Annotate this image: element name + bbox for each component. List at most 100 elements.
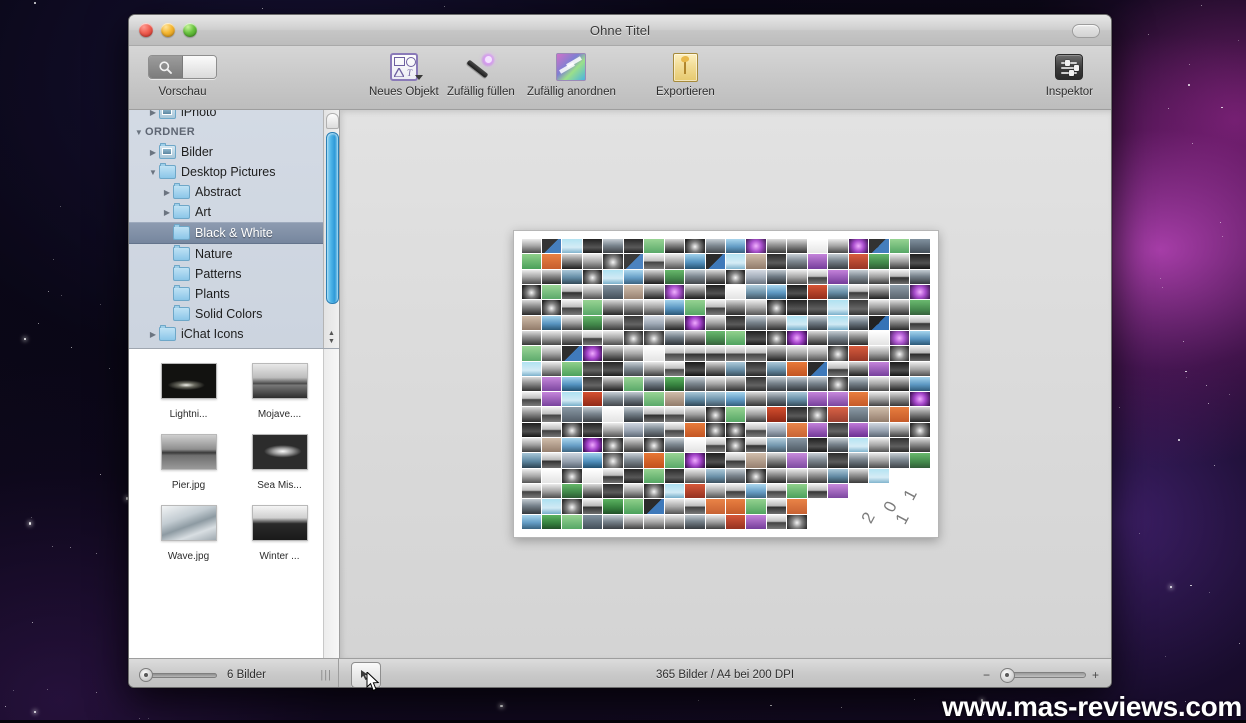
collage-cell[interactable] <box>623 499 644 514</box>
collage-cell[interactable] <box>541 346 562 361</box>
window-controls[interactable] <box>139 23 197 37</box>
collage-cell[interactable] <box>746 239 766 254</box>
collage-cell[interactable] <box>848 376 869 392</box>
collage-cell[interactable] <box>623 376 644 392</box>
thumbnail-size-slider-knob[interactable] <box>139 668 153 682</box>
collage-cell[interactable] <box>889 284 910 300</box>
collage-cell[interactable] <box>582 346 603 361</box>
collage-cell[interactable] <box>685 422 705 438</box>
collage-cell[interactable] <box>766 468 787 484</box>
toolbar-item-zufaellig-anordnen[interactable]: Zufällig anordnen <box>527 51 616 98</box>
collage-cell[interactable] <box>582 300 603 315</box>
collage-cell[interactable] <box>685 392 705 407</box>
collage-cell[interactable] <box>521 468 541 484</box>
toolbar-item-inspektor[interactable]: Inspektor <box>1046 51 1093 98</box>
collage-cell[interactable] <box>828 330 848 346</box>
collage-cell[interactable] <box>582 239 603 254</box>
minimize-button[interactable] <box>161 23 175 37</box>
collage-cell[interactable] <box>582 254 603 269</box>
collage-cell[interactable] <box>746 484 766 499</box>
collage-cell[interactable] <box>541 330 562 346</box>
tree-item-ordner[interactable]: ▼ ORDNER <box>129 122 339 142</box>
tree-item-nature[interactable]: Nature <box>129 244 339 264</box>
collage-cell[interactable] <box>623 330 644 346</box>
collage-cell[interactable] <box>746 514 766 529</box>
collage-cell[interactable] <box>562 269 582 284</box>
collage-cell[interactable] <box>623 361 644 376</box>
collage-cell[interactable] <box>664 361 685 376</box>
collage-cell[interactable] <box>828 239 848 254</box>
collage-cell[interactable] <box>766 484 787 499</box>
collage-cell[interactable] <box>541 499 562 514</box>
collage-cell[interactable] <box>726 361 746 376</box>
collage-cell[interactable] <box>644 315 664 330</box>
collage-cell[interactable] <box>787 422 807 438</box>
collage-cell[interactable] <box>848 438 869 453</box>
collage-cell[interactable] <box>582 468 603 484</box>
collage-cell[interactable] <box>623 514 644 529</box>
collage-cell[interactable] <box>521 422 541 438</box>
collage-cell[interactable] <box>828 468 848 484</box>
collage-cell[interactable] <box>582 407 603 422</box>
collage-cell[interactable] <box>644 300 664 315</box>
collage-cell[interactable] <box>848 392 869 407</box>
scroll-down-icon[interactable]: ▼ <box>326 338 337 346</box>
collage-cell[interactable] <box>910 346 930 361</box>
collage-cell[interactable] <box>726 284 746 300</box>
collage-cell[interactable] <box>746 361 766 376</box>
collage-cell[interactable] <box>664 284 685 300</box>
collage-cell[interactable] <box>787 468 807 484</box>
collage-cell[interactable] <box>869 315 889 330</box>
collage-cell[interactable] <box>562 330 582 346</box>
preview-segmented-control[interactable] <box>148 51 217 83</box>
collage-cell[interactable] <box>582 269 603 284</box>
collage-cell[interactable] <box>889 269 910 284</box>
collage-cell[interactable] <box>828 422 848 438</box>
collage-cell[interactable] <box>705 254 725 269</box>
collage-cell[interactable] <box>766 269 787 284</box>
collage-cell[interactable] <box>541 376 562 392</box>
collage-cell[interactable] <box>541 239 562 254</box>
collage-cell[interactable] <box>521 392 541 407</box>
collage-cell[interactable] <box>807 468 828 484</box>
collage-cell[interactable] <box>521 269 541 284</box>
collage-cell[interactable] <box>869 346 889 361</box>
collage-cell[interactable] <box>664 239 685 254</box>
collage-cell[interactable] <box>623 468 644 484</box>
collage-cell[interactable] <box>521 453 541 468</box>
collage-cell[interactable] <box>521 499 541 514</box>
collage-cell[interactable] <box>787 499 807 514</box>
collage-cell[interactable] <box>726 514 746 529</box>
collage-cell[interactable] <box>562 484 582 499</box>
collage-cell[interactable] <box>848 300 869 315</box>
collage-cell[interactable] <box>807 361 828 376</box>
collage-cell[interactable] <box>603 284 623 300</box>
collage-cell[interactable] <box>521 239 541 254</box>
collage-cell[interactable] <box>726 438 746 453</box>
collage-cell[interactable] <box>766 239 787 254</box>
tree-item-abstract[interactable]: ▶ Abstract <box>129 182 339 202</box>
collage-cell[interactable] <box>726 346 746 361</box>
collage-cell[interactable] <box>562 346 582 361</box>
collage-cell[interactable] <box>603 239 623 254</box>
collage-cell[interactable] <box>623 392 644 407</box>
collage-cell[interactable] <box>746 330 766 346</box>
collage-cell[interactable] <box>603 315 623 330</box>
collage-cell[interactable] <box>869 361 889 376</box>
collage-cell[interactable] <box>869 330 889 346</box>
collage-cell[interactable] <box>623 346 644 361</box>
collage-cell[interactable] <box>685 330 705 346</box>
collage-cell[interactable] <box>746 499 766 514</box>
new-object-icon[interactable]: T <box>389 51 423 83</box>
collage-cell[interactable] <box>582 392 603 407</box>
collage-cell[interactable] <box>910 330 930 346</box>
collage-cell[interactable] <box>685 315 705 330</box>
collage-cell[interactable] <box>766 514 787 529</box>
collage-cell[interactable] <box>705 315 725 330</box>
zoom-button[interactable] <box>183 23 197 37</box>
collage-cell[interactable] <box>582 330 603 346</box>
collage-cell[interactable] <box>562 392 582 407</box>
zoom-in-icon[interactable]: + <box>1092 669 1099 681</box>
tree-item-desktop-pictures[interactable]: ▼ Desktop Pictures <box>129 162 339 182</box>
toolbar-item-zufaellig-fuellen[interactable]: Zufällig füllen <box>447 51 515 98</box>
